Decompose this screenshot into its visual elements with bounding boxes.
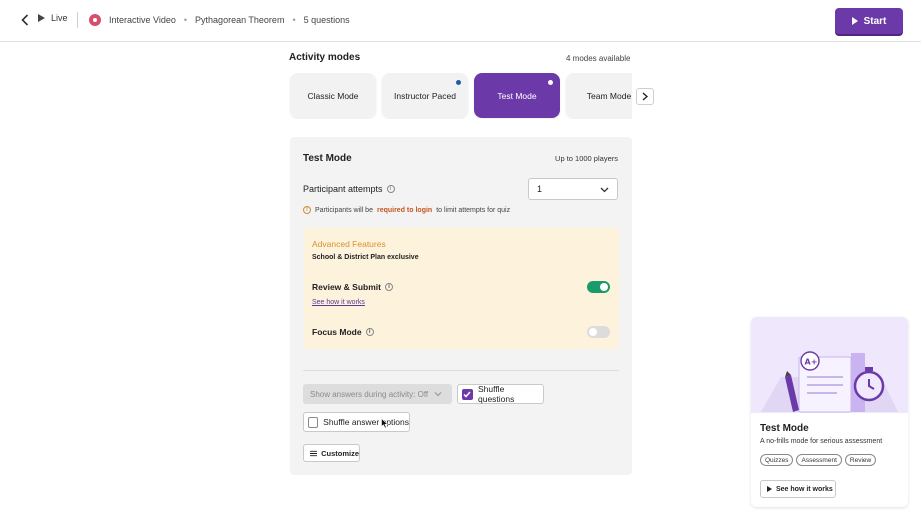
checkbox-unchecked xyxy=(308,416,319,428)
login-note-suffix: to limit attempts for quiz xyxy=(436,206,511,214)
live-status[interactable]: Live xyxy=(38,13,68,23)
review-submit-text: Review & Submit xyxy=(312,282,381,292)
back-button[interactable] xyxy=(18,12,32,28)
info-icon[interactable]: i xyxy=(384,283,393,291)
mouse-cursor-icon xyxy=(381,418,389,429)
mode-label: Team Mode xyxy=(586,90,632,101)
login-note-prefix: Participants will be xyxy=(315,206,373,214)
info-icon[interactable]: i xyxy=(386,185,395,193)
breadcrumb-separator: • xyxy=(292,15,296,25)
toggle-knob xyxy=(600,283,608,291)
focus-mode-label: Focus Mode i xyxy=(312,327,374,337)
tag: Quizzes xyxy=(760,454,794,466)
alert-icon: ! xyxy=(303,206,311,214)
mode-indicator-dot xyxy=(548,80,553,85)
play-icon xyxy=(38,14,45,22)
svg-text:A+: A+ xyxy=(805,358,818,367)
card-description: A no-frills mode for serious assessment xyxy=(760,438,883,445)
toggle-knob xyxy=(589,328,597,336)
shuffle-answers-checkbox[interactable]: Shuffle answer options xyxy=(303,412,410,432)
breadcrumb-item-count: 5 questions xyxy=(303,15,350,25)
mode-label: Classic Mode xyxy=(307,90,359,101)
play-icon xyxy=(851,17,858,25)
card-title: Test Mode xyxy=(760,423,809,434)
mode-info-card: A+ Test Mode A no-frills mode for seriou… xyxy=(751,317,908,507)
participant-attempts-label: Participant attempts i xyxy=(303,184,395,194)
chevron-left-icon xyxy=(21,14,29,26)
plan-exclusive-note: School & District Plan exclusive xyxy=(312,254,419,261)
mode-card-classic[interactable]: Classic Mode xyxy=(290,73,376,118)
see-how-label: See how it works xyxy=(776,485,833,493)
shuffle-questions-label: Shuffle questions xyxy=(477,384,515,404)
login-required-link[interactable]: required to login xyxy=(377,207,432,214)
interactive-video-icon xyxy=(89,14,101,26)
test-mode-illustration: A+ xyxy=(751,317,908,413)
panel-title: Test Mode xyxy=(303,153,352,164)
player-limit: Up to 1000 players xyxy=(555,154,618,163)
tag: Review xyxy=(844,454,877,466)
attempts-label-text: Participant attempts xyxy=(303,184,383,194)
customize-label: Customize xyxy=(321,448,359,458)
info-icon[interactable]: i xyxy=(365,328,374,336)
header-divider xyxy=(77,12,78,28)
checkmark-icon xyxy=(463,391,472,398)
chevron-right-icon xyxy=(642,92,648,101)
attempts-value: 1 xyxy=(537,184,543,194)
see-how-it-works-link[interactable]: See how it works xyxy=(312,299,365,306)
start-label: Start xyxy=(863,15,887,27)
tag-list: Quizzes Assessment Review xyxy=(760,454,877,466)
live-label: Live xyxy=(51,13,68,23)
shuffle-answers-label: Shuffle answer options xyxy=(323,417,409,427)
focus-mode-text: Focus Mode xyxy=(312,327,362,337)
mode-card-test[interactable]: Test Mode xyxy=(474,73,560,118)
customize-button[interactable]: Customize xyxy=(303,444,360,462)
mode-indicator-dot xyxy=(456,80,461,85)
review-submit-label: Review & Submit i xyxy=(312,282,393,292)
mode-card-team[interactable]: Team Mode xyxy=(566,73,632,118)
breadcrumb-item-title: Pythagorean Theorem xyxy=(195,15,285,25)
focus-mode-toggle[interactable] xyxy=(587,326,610,338)
review-submit-toggle[interactable] xyxy=(587,281,610,293)
advanced-features-title: Advanced Features xyxy=(312,239,386,249)
test-illustration-icon: A+ xyxy=(761,351,898,413)
login-requirement-note: ! Participants will be required to login… xyxy=(303,206,510,214)
top-bar: Live Interactive Video • Pythagorean The… xyxy=(0,0,921,42)
breadcrumb-separator: • xyxy=(183,15,188,25)
mode-card-instructor-paced[interactable]: Instructor Paced xyxy=(382,73,468,118)
mode-carousel: Classic Mode Instructor Paced Test Mode … xyxy=(289,73,632,119)
play-icon xyxy=(767,486,772,492)
see-how-it-works-button[interactable]: See how it works xyxy=(760,480,836,498)
start-button[interactable]: Start xyxy=(835,8,903,34)
checkbox-checked xyxy=(462,388,473,400)
advanced-features-box: Advanced Features School & District Plan… xyxy=(304,228,619,349)
section-divider xyxy=(303,370,619,371)
chevron-down-icon xyxy=(600,187,609,193)
activity-modes-title: Activity modes xyxy=(289,52,361,63)
chevron-down-icon xyxy=(434,392,442,397)
participant-attempts-select[interactable]: 1 xyxy=(528,178,618,200)
mode-label: Instructor Paced xyxy=(394,90,456,101)
breadcrumb-item-type: Interactive Video xyxy=(109,15,176,25)
show-answers-label: Show answers during activity: Off xyxy=(310,389,429,399)
modes-count: 4 modes available xyxy=(566,54,631,63)
tag: Assessment xyxy=(796,454,842,466)
sliders-icon xyxy=(310,450,318,456)
breadcrumb: Interactive Video • Pythagorean Theorem … xyxy=(89,12,350,28)
mode-next-button[interactable] xyxy=(636,88,654,105)
mode-label: Test Mode xyxy=(497,90,537,101)
mode-settings-panel: Test Mode Up to 1000 players Participant… xyxy=(290,137,632,475)
show-answers-select[interactable]: Show answers during activity: Off xyxy=(303,384,452,404)
shuffle-questions-checkbox[interactable]: Shuffle questions xyxy=(457,384,544,404)
